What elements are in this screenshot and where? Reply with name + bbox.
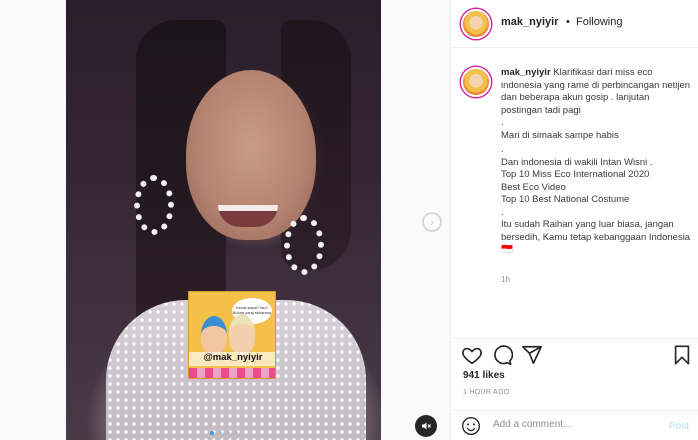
comment-icon[interactable] (491, 344, 514, 366)
earring-left (134, 175, 174, 235)
post-side-panel: mak_nyiyir • Following mak_nyiyir Klarif… (450, 0, 698, 440)
chevron-right-icon[interactable]: › (422, 212, 442, 232)
caption-line: Mari di simaak sampe habis (501, 129, 619, 141)
share-icon[interactable] (521, 344, 543, 366)
post-caption: mak_nyiyir Klarifikasi dari miss eco ind… (501, 67, 691, 257)
carousel-dot (210, 431, 214, 435)
sticker-handle: @mak_nyiyir (189, 352, 275, 366)
caption-line: Best Eco Video (501, 181, 566, 193)
caption-avatar[interactable] (461, 67, 491, 97)
carousel-dot (218, 431, 222, 435)
muted-speaker-icon[interactable] (415, 415, 437, 437)
caption-timestamp: 1h (501, 275, 510, 284)
following-button[interactable]: Following (576, 16, 622, 28)
account-sticker: Kenal siapa? tau? Bukan yang sekarang @m… (188, 291, 276, 379)
caption-line: . (501, 144, 504, 155)
comment-bar: Post (451, 410, 698, 440)
header-separator: • (566, 16, 570, 28)
media-area: Kenal siapa? tau? Bukan yang sekarang @m… (0, 0, 450, 440)
sticker-figure-right (229, 314, 255, 354)
caption-line: Top 10 Miss Eco International 2020 (501, 169, 650, 180)
sticker-stripe (189, 368, 275, 378)
caption-line: Dan indonesia di wakili Intan Wisni . (501, 156, 653, 168)
carousel-dot (234, 431, 238, 435)
bookmark-icon[interactable] (671, 344, 693, 366)
caption-username[interactable]: mak_nyiyir (501, 67, 551, 78)
heart-icon[interactable] (461, 344, 483, 366)
carousel-dot (226, 431, 230, 435)
post-header: mak_nyiyir • Following (451, 0, 698, 48)
instagram-post-view: Kenal siapa? tau? Bukan yang sekarang @m… (0, 0, 698, 440)
avatar[interactable] (461, 9, 491, 39)
post-comment-button[interactable]: Post (669, 421, 689, 432)
comment-input[interactable] (493, 419, 643, 430)
earring-right (284, 215, 324, 275)
emoji-icon[interactable] (461, 416, 481, 436)
caption-line: . (501, 206, 504, 218)
caption-line: Top 10 Best National Costume (501, 194, 630, 205)
post-timestamp: 1 HOUR AGO (463, 389, 510, 396)
carousel-indicator (210, 431, 238, 435)
caption-line: Itu sudah Raihan yang luar biasa, jangan… (501, 219, 691, 255)
caption-line: . (501, 117, 504, 128)
sticker-figure-left (201, 316, 227, 354)
header-username[interactable]: mak_nyiyir (501, 16, 558, 28)
likes-count[interactable]: 941 likes (463, 370, 505, 381)
